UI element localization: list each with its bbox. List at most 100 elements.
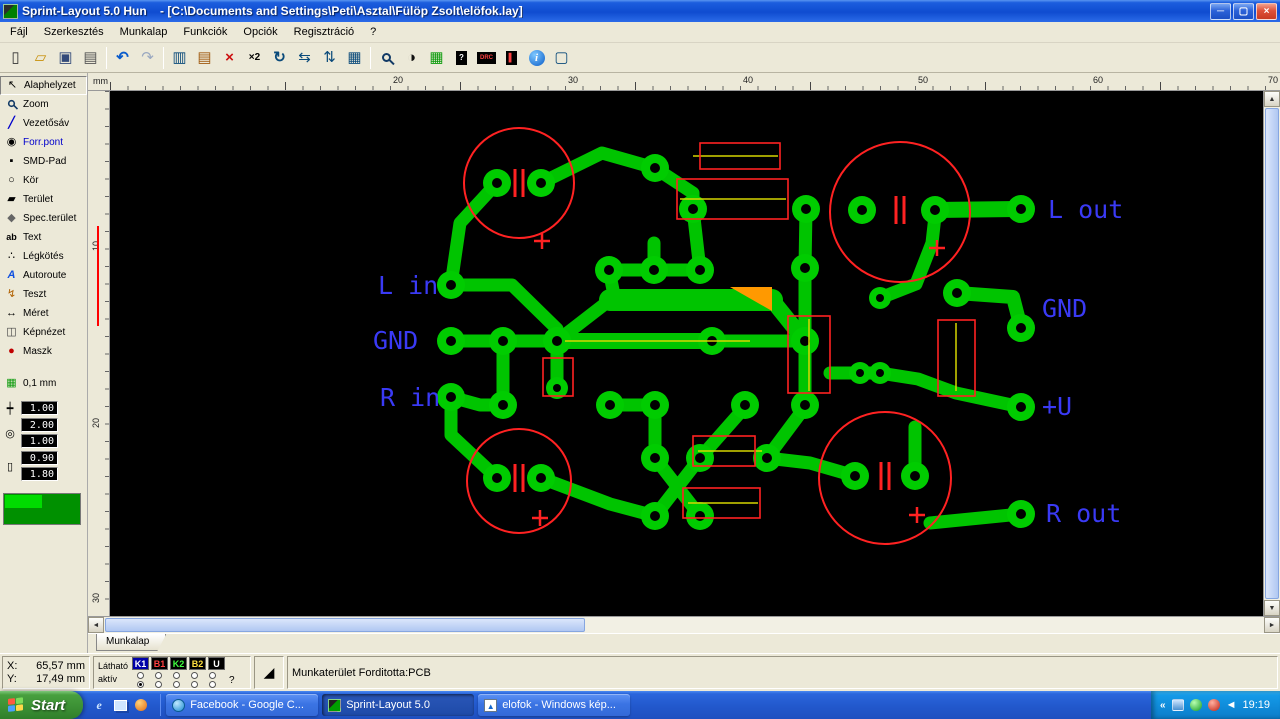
photo-view-button[interactable]: ◑ [399,46,424,70]
tool-autoroute[interactable]: A Autoroute [0,266,87,285]
statusbar: X: 65,57 mm Y: 17,49 mm Látható aktív K1 B… [0,653,1280,691]
menu-regisztracio[interactable]: Regisztráció [286,24,363,40]
tool-terulet[interactable]: ▰ Terület [0,190,87,209]
layer-button-k1[interactable]: K1 [132,657,150,670]
vertical-scroll-thumb[interactable] [1265,108,1279,599]
scroll-up-button[interactable]: ▲ [1264,91,1280,107]
taskbar-window-facebook[interactable]: Facebook - Google C... [166,694,319,716]
volume-icon[interactable]: ◄ [1226,699,1237,711]
tool-zoom[interactable]: Zoom [0,95,87,114]
layer-button-b2[interactable]: B2 [189,657,207,670]
layer-active-radio[interactable] [173,681,181,688]
layer-visible-radio[interactable] [173,672,181,679]
minimize-button[interactable]: ─ [1210,2,1231,20]
tool-label: Alaphelyzet [24,80,76,91]
tool-vezetosav[interactable]: ╱ Vezetősáv [0,114,87,133]
messenger-icon[interactable] [1207,699,1220,711]
status-tool-button[interactable]: ◢ [254,656,284,689]
media-player-icon[interactable] [133,697,149,713]
layer-visible-radio[interactable] [137,672,145,679]
sheet-tab-munkalap[interactable]: Munkalap [96,634,166,651]
scroll-left-button[interactable]: ◄ [88,617,104,633]
vertical-scrollbar[interactable]: ▲ ▼ [1263,91,1280,616]
layer-visible-radio[interactable] [155,672,163,679]
paste-button[interactable]: ▤ [192,46,217,70]
scroll-down-button[interactable]: ▼ [1264,600,1280,616]
open-folder-button[interactable]: ▱ [28,46,53,70]
tool-maszk[interactable]: ● Maszk [0,342,87,361]
layer-visible-radio[interactable] [209,672,217,679]
pad-size-icon: ◎ [5,427,15,440]
layer-active-radio[interactable] [191,681,199,688]
tool-kor[interactable]: ○ Kör [0,171,87,190]
tool-meret[interactable]: ↔ Méret [0,304,87,323]
mirror-vertical-button[interactable]: ⇅ [317,46,342,70]
antivirus-icon[interactable] [1189,699,1202,711]
hide-icons-chevron[interactable]: « [1160,700,1166,711]
zoom-button[interactable] [374,46,399,70]
layer-visible-radio[interactable] [191,672,199,679]
copy-button[interactable]: ▥ [167,46,192,70]
capture-grid-button[interactable]: ▦ [424,46,449,70]
ratsnest-icon: ∴ [8,250,15,262]
layer-color-swatch[interactable] [3,493,81,525]
horizontal-scroll-thumb[interactable] [105,618,585,632]
print-button[interactable]: ▤ [78,46,103,70]
redo-button[interactable]: ↷ [135,46,160,70]
footprint-button[interactable]: ▌ [499,46,524,70]
scroll-right-button[interactable]: ► [1264,617,1280,633]
mirror-horizontal-button[interactable]: ⇆ [292,46,317,70]
layer-active-radio[interactable] [137,681,145,688]
internet-explorer-icon[interactable]: e [91,697,107,713]
pad-drill-field[interactable]: 1.00 [21,434,58,448]
layer-active-radio[interactable] [209,681,217,688]
align-grid-button[interactable]: ▦ [342,46,367,70]
layer-panel: Látható aktív K1 B1 K2 B2 U ? [93,656,251,689]
save-button[interactable]: ▣ [53,46,78,70]
tool-legkotes[interactable]: ∴ Légkötés [0,247,87,266]
rotate-button[interactable]: ↻ [267,46,292,70]
delete-button[interactable]: × [217,46,242,70]
smd-height-field[interactable]: 1.80 [21,467,58,481]
menu-funkciok[interactable]: Funkciók [175,24,235,40]
show-desktop-icon[interactable] [112,697,128,713]
taskbar-window-sprint-layout[interactable]: Sprint-Layout 5.0 [322,694,475,716]
menu-szerkesztes[interactable]: Szerkesztés [36,24,112,40]
start-button[interactable]: Start [0,691,84,719]
menu-help[interactable]: ? [362,24,384,40]
smd-width-field[interactable]: 0.90 [21,451,58,465]
tool-kepnezet[interactable]: ◫ Képnézet [0,323,87,342]
horizontal-scrollbar[interactable]: ◄ ► [88,616,1280,633]
new-document-button[interactable]: ▯ [3,46,28,70]
tool-smd-pad[interactable]: ▪ SMD-Pad [0,152,87,171]
display-settings-icon[interactable] [1171,699,1184,711]
sprint-layout-icon [328,698,342,712]
pcb-canvas[interactable]: L in GND R in L out GND +U R out [110,91,1263,616]
taskbar-window-image-viewer[interactable]: ▲ elofok - Windows kép... [478,694,631,716]
layer-button-k2[interactable]: K2 [170,657,188,670]
select-frame-button[interactable]: ▢ [549,46,574,70]
menu-fajl[interactable]: Fájl [2,24,36,40]
layer-active-radio[interactable] [155,681,163,688]
pad-outer-field[interactable]: 2.00 [21,418,58,432]
maximize-button[interactable]: ▢ [1233,2,1254,20]
macro-button[interactable]: ? [449,46,474,70]
tool-label: Vezetősáv [23,118,70,129]
layer-help[interactable]: ? [229,675,235,686]
undo-button[interactable]: ↶ [110,46,135,70]
tool-alaphelyzet[interactable]: ↖ Alaphelyzet [0,76,87,95]
menu-opciok[interactable]: Opciók [235,24,285,40]
tool-text[interactable]: ab Text [0,228,87,247]
duplicate-x2-button[interactable]: ×2 [242,46,267,70]
track-width-field[interactable]: 1.00 [21,401,58,415]
grid-setting[interactable]: ▦ 0,1 mm [0,374,87,393]
tool-teszt[interactable]: ↯ Teszt [0,285,87,304]
tool-forrpont[interactable]: ◉ Forr.pont [0,133,87,152]
layer-button-b1[interactable]: B1 [151,657,169,670]
close-button[interactable]: × [1256,2,1277,20]
drc-button[interactable]: DRC [474,46,499,70]
tool-spec-terulet[interactable]: ◆ Spec.terület [0,209,87,228]
menu-munkalap[interactable]: Munkalap [112,24,176,40]
info-button[interactable]: i [524,46,549,70]
layer-button-u[interactable]: U [208,657,226,670]
